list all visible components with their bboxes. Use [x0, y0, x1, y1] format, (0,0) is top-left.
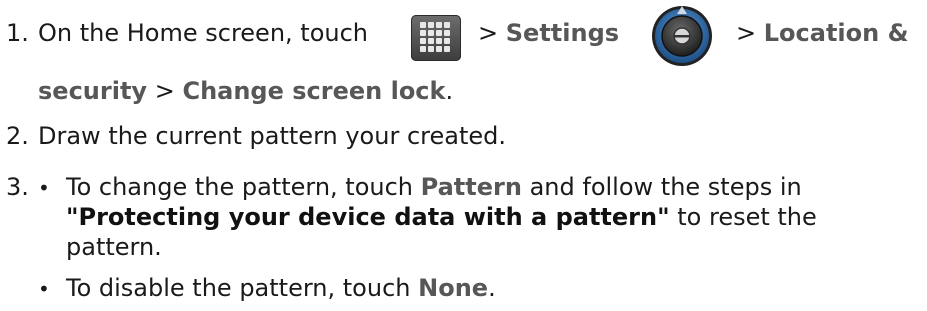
change-screen-lock-label: Change screen lock [182, 77, 446, 105]
separator: > [154, 77, 175, 105]
step-text: and follow the steps in [529, 173, 802, 201]
step-text: To disable the pattern, touch [66, 274, 411, 302]
step-3-bullet-1-line-1: To change the pattern, touch Pattern and… [66, 173, 802, 202]
step-3-bullet-1-line-2: "Protecting your device data with a patt… [66, 203, 817, 232]
settings-knob-icon [652, 6, 712, 66]
bullet: • [38, 277, 50, 301]
step-text: to reset the [677, 203, 817, 231]
none-label: None [418, 274, 489, 302]
step-3-bullet-2: To disable the pattern, touch None. [66, 274, 496, 303]
period: . [445, 77, 454, 105]
separator: > [478, 19, 499, 47]
step-1-line-2: security > Change screen lock. [38, 77, 453, 106]
document: 1. On the Home screen, touch > Settings [0, 0, 927, 311]
pattern-label: Pattern [420, 173, 522, 201]
step-3-bullet-1-line-3: pattern. [66, 233, 162, 261]
location-security-label: Location & [763, 19, 909, 47]
step-1-location: > Location & [736, 19, 909, 48]
settings-label: Settings [505, 19, 620, 47]
step-text: To change the pattern, touch [66, 173, 414, 201]
section-reference: "Protecting your device data with a patt… [66, 203, 670, 231]
step-1-settings-path: > Settings [478, 19, 619, 48]
step-1-line-1: On the Home screen, touch [38, 19, 368, 48]
period: . [488, 274, 496, 302]
separator: > [736, 19, 757, 47]
apps-grid-icon [411, 15, 461, 61]
security-label: security [38, 77, 148, 105]
step-2-text: Draw the current pattern your created. [38, 122, 506, 150]
bullet: • [38, 176, 50, 200]
step-text: On the Home screen, touch [38, 19, 368, 47]
